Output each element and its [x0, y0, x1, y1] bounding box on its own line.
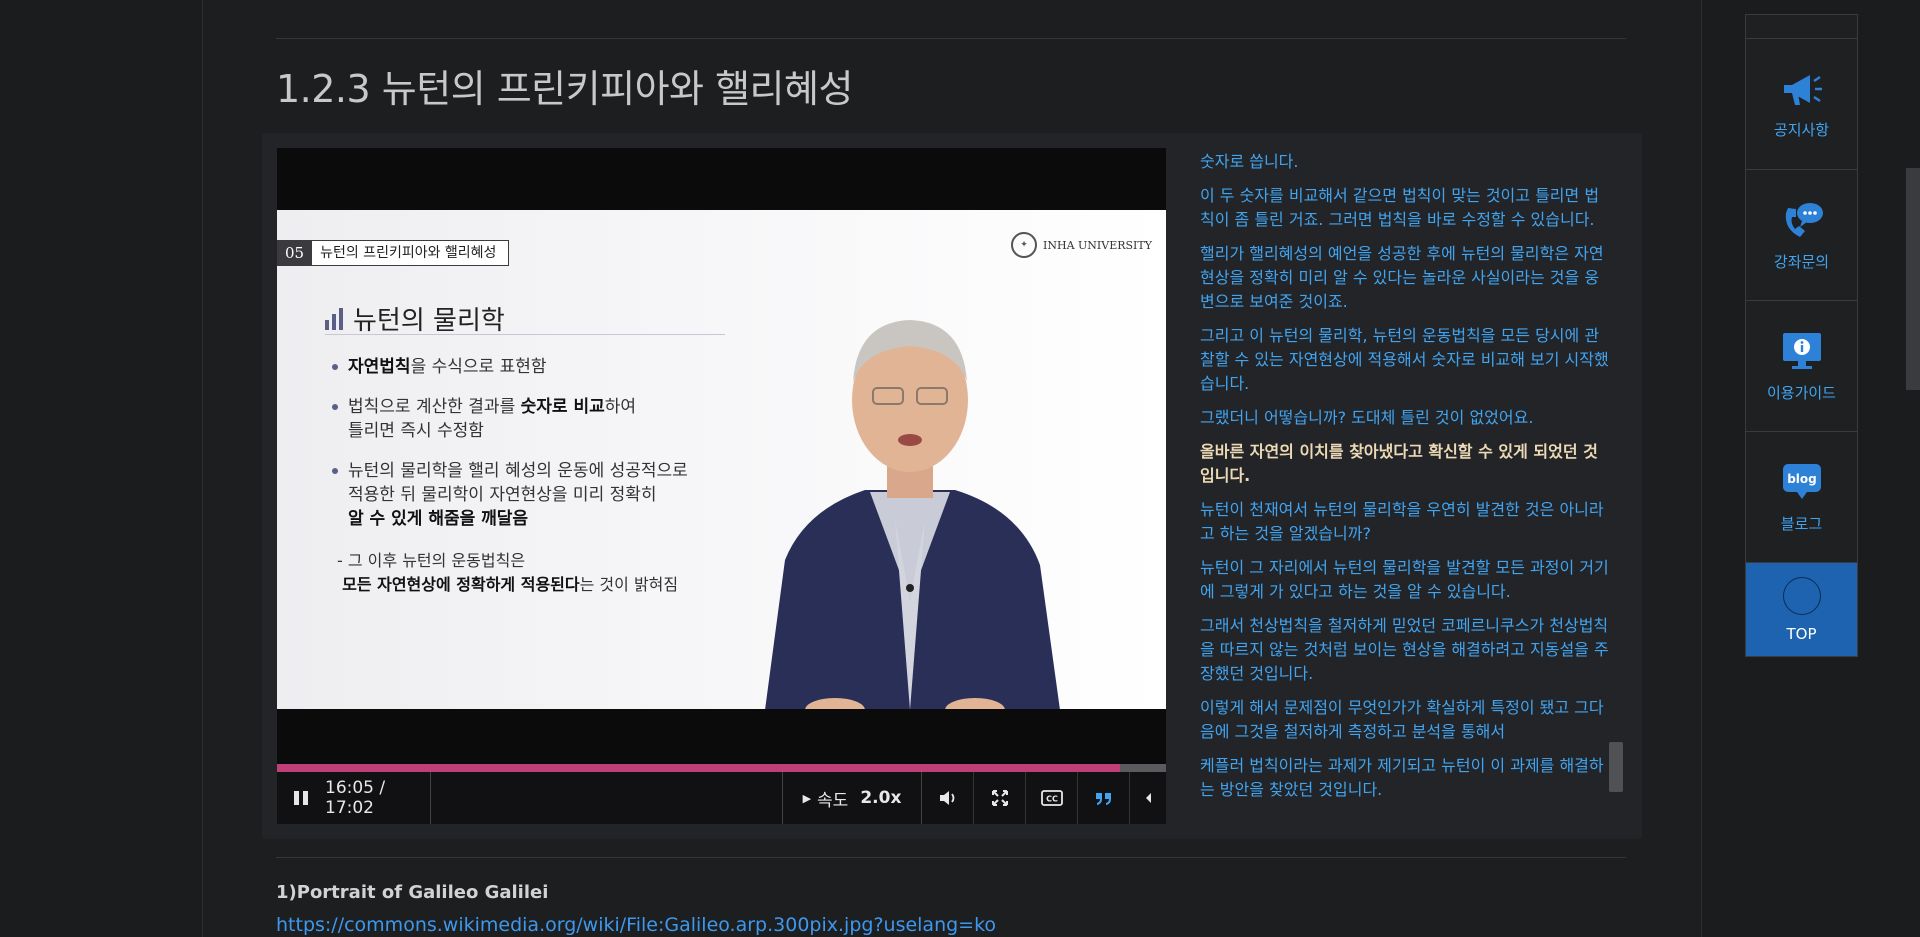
side-nav-inquiry[interactable]: 강좌문의: [1746, 170, 1857, 301]
presenter-figure: [765, 320, 1060, 709]
slide-heading-underline: [325, 334, 725, 335]
video-progress-fill: [277, 764, 1120, 772]
transcript-line[interactable]: 케플러 법칙이라는 과제가 제기되고 뉴턴이 이 과제를 해결하는 방안을 찾았…: [1200, 754, 1610, 802]
slide-bullet: 법칙으로 계산한 결과를 숫자로 비교하여틀리면 즉시 수정함: [332, 395, 752, 443]
side-nav-blog[interactable]: blog 블로그: [1746, 432, 1857, 563]
slide-number: 05: [277, 240, 313, 266]
side-nav-notice[interactable]: 공지사항: [1746, 39, 1857, 170]
transcript-line[interactable]: 그랬더니 어떻습니까? 도대체 틀린 것이 없었어요.: [1200, 406, 1610, 430]
divider: [276, 38, 1626, 39]
bullet-text: 적용한 뒤 물리학이 자연현상을 미리 정확히: [348, 485, 657, 505]
side-nav-label: 블로그: [1780, 514, 1823, 533]
speed-button[interactable]: ▶ 속도 2.0x: [782, 772, 922, 824]
transcript-line[interactable]: 올바른 자연의 이치를 찾아냈다고 확신할 수 있게 되었던 것입니다.: [1200, 440, 1610, 488]
cc-icon: CC: [1040, 790, 1063, 806]
transcript-line[interactable]: 뉴턴이 천재여서 뉴턴의 물리학을 우연히 발견한 것은 아니라고 하는 것을 …: [1200, 498, 1610, 546]
fullscreen-button[interactable]: [974, 772, 1026, 824]
scroll-top-button[interactable]: TOP: [1746, 563, 1857, 656]
bullet-text: 을 수식으로 표현함: [410, 357, 547, 377]
bullet-bold: 알 수 있게 해줌을 깨달음: [348, 509, 529, 529]
page-title: 1.2.3 뉴턴의 프린키피아와 핼리혜성: [276, 67, 853, 111]
pause-button[interactable]: [277, 772, 325, 824]
transcript-scrollbar[interactable]: [1609, 742, 1623, 792]
monitor-info-icon: [1782, 332, 1821, 369]
video-progress-bar[interactable]: [277, 764, 1166, 772]
side-nav-label: 공지사항: [1773, 120, 1830, 139]
university-logo: ✦ INHA UNIVERSITY: [1011, 232, 1152, 258]
bar-chart-icon: [325, 307, 343, 330]
speed-label: 속도: [817, 790, 849, 811]
lecture-slide: 05 뉴턴의 프린키피아와 핼리혜성 ✦ INHA UNIVERSITY 뉴턴의…: [277, 210, 1166, 709]
speed-value: 2.0x: [860, 788, 902, 808]
bullet-text: 틀리면 즉시 수정함: [348, 421, 484, 441]
reference-title: 1)Portrait of Galileo Galilei: [276, 882, 549, 903]
blog-icon: blog: [1782, 463, 1821, 499]
bullet-dot: [332, 468, 338, 474]
transcript-line[interactable]: 숫자로 씁니다.: [1200, 150, 1610, 174]
sub-bullet-text: 는 것이 밝혀짐: [579, 575, 679, 594]
page-scrollbar[interactable]: [1906, 168, 1920, 390]
slide-heading: 뉴턴의 물리학: [325, 300, 505, 337]
university-seal-icon: ✦: [1011, 232, 1038, 258]
transcript-button[interactable]: [1078, 772, 1130, 824]
volume-icon: [939, 791, 954, 805]
slide-heading-text: 뉴턴의 물리학: [353, 306, 505, 336]
transcript-line[interactable]: 뉴턴이 그 자리에서 뉴턴의 물리학을 발견할 모든 과정이 거기에 그렇게 가…: [1200, 556, 1610, 604]
slide-tag: 05 뉴턴의 프린키피아와 핼리혜성: [277, 240, 510, 266]
transcript-line[interactable]: 핼리가 핼리혜성의 예언을 성공한 후에 뉴턴의 물리학은 자연현상을 정확히 …: [1200, 242, 1610, 314]
transcript-line[interactable]: 그래서 천상법칙을 철저하게 믿었던 코페르니쿠스가 천상법칙을 따르지 않는 …: [1200, 614, 1610, 686]
slide-bullets: 자연법칙을 수식으로 표현함 법칙으로 계산한 결과를 숫자로 비교하여틀리면 …: [332, 355, 752, 547]
bullet-bold: 숫자로 비교: [520, 397, 605, 417]
megaphone-icon: [1783, 74, 1822, 105]
transcript-line[interactable]: 이렇게 해서 문제점이 무엇인가가 확실하게 특정이 됐고 그다음에 그것을 철…: [1200, 696, 1610, 744]
bullet-text: 하여: [604, 397, 637, 417]
reference-link[interactable]: https://commons.wikimedia.org/wiki/File:…: [276, 914, 996, 936]
collapse-icon: [1146, 793, 1151, 803]
bullet-text: 법칙으로 계산한 결과를: [348, 397, 521, 417]
side-nav-spacer: [1746, 15, 1857, 39]
transcript-line[interactable]: 이 두 숫자를 비교해서 같으면 법칙이 맞는 것이고 틀리면 법칙이 좀 틀린…: [1200, 184, 1610, 232]
pause-icon: [292, 791, 310, 805]
video-player[interactable]: 05 뉴턴의 프린키피아와 핼리혜성 ✦ INHA UNIVERSITY 뉴턴의…: [277, 148, 1166, 772]
university-name: INHA UNIVERSITY: [1043, 238, 1152, 252]
side-nav-guide[interactable]: 이용가이드: [1746, 301, 1857, 432]
phone-chat-icon: [1785, 202, 1823, 237]
transcript-panel[interactable]: 숫자로 씁니다. 이 두 숫자를 비교해서 같으면 법칙이 맞는 것이고 틀리면 …: [1200, 150, 1610, 830]
side-nav-label: 강좌문의: [1773, 252, 1830, 271]
slide-bullet: 자연법칙을 수식으로 표현함: [332, 355, 752, 379]
slide-bullet: 뉴턴의 물리학을 핼리 혜성의 운동에 성공적으로적용한 뒤 물리학이 자연현상…: [332, 459, 752, 531]
quote-icon: [1095, 793, 1111, 805]
sub-bullet-bold: 모든 자연현상에 정확하게 적용된다: [342, 575, 580, 594]
play-triangle-icon: ▶: [802, 791, 812, 805]
time-display: 16:05 / 17:02: [325, 772, 431, 824]
bullet-dot: [332, 364, 338, 370]
bullet-text: 뉴턴의 물리학을 핼리 혜성의 운동에 성공적으로: [348, 461, 688, 481]
svg-text:blog: blog: [1787, 472, 1817, 486]
top-label: TOP: [1786, 624, 1817, 643]
top-circle-icon: [1782, 576, 1821, 615]
player-controls: 16:05 / 17:02 ▶ 속도 2.0x CC: [277, 772, 1166, 824]
transcript-line[interactable]: 그리고 이 뉴턴의 물리학, 뉴턴의 운동법칙을 모든 당시에 관찰할 수 있는…: [1200, 324, 1610, 396]
fullscreen-icon: [991, 790, 1008, 806]
svg-text:CC: CC: [1046, 795, 1058, 804]
volume-button[interactable]: [922, 772, 974, 824]
collapse-button[interactable]: [1130, 772, 1166, 824]
slide-sub-bullet: - 그 이후 뉴턴의 운동법칙은 모든 자연현상에 정확하게 적용된다는 것이 …: [337, 549, 678, 597]
sub-bullet-text: - 그 이후 뉴턴의 운동법칙은: [337, 551, 526, 570]
captions-button[interactable]: CC: [1026, 772, 1078, 824]
bullet-dot: [332, 404, 338, 410]
slide-tag-title: 뉴턴의 프린키피아와 핼리혜성: [312, 240, 510, 266]
side-nav-label: 이용가이드: [1766, 383, 1836, 402]
bullet-bold: 자연법칙: [348, 357, 411, 377]
divider: [276, 857, 1626, 858]
side-nav: 공지사항 강좌문의 이용가이드 blog 블로그 TOP: [1745, 14, 1858, 657]
